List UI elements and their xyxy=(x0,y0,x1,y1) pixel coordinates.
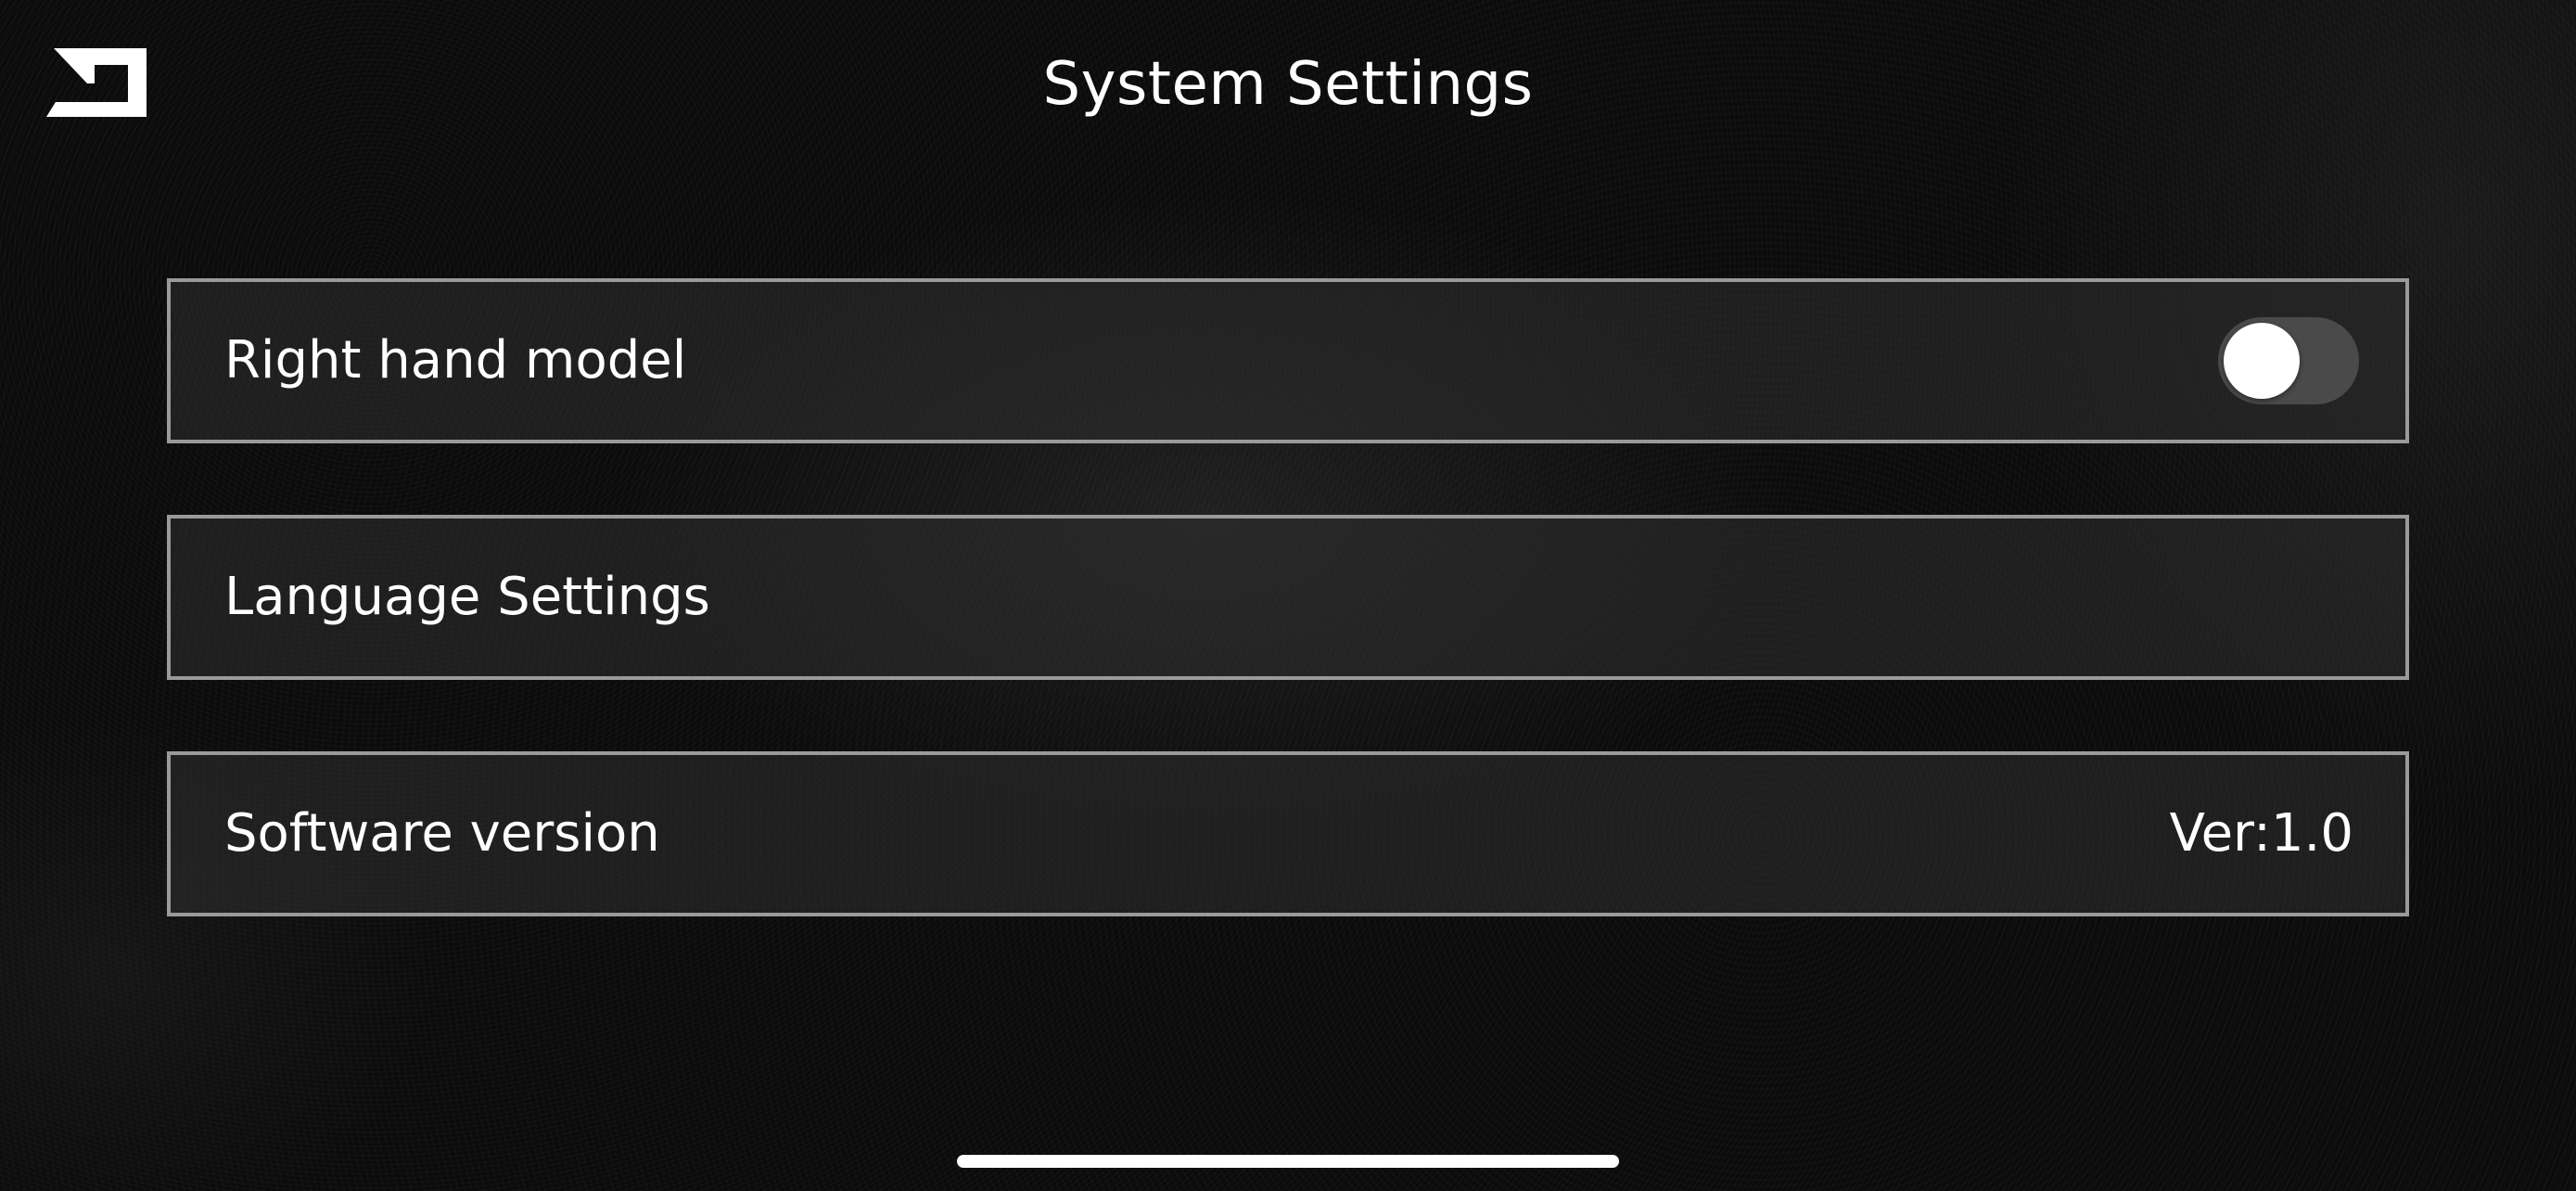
right-hand-model-label: Right hand model xyxy=(224,330,687,391)
language-settings-label: Language Settings xyxy=(224,567,710,627)
software-version-label: Software version xyxy=(224,803,660,864)
settings-row-software-version: Software version Ver:1.0 xyxy=(167,751,2409,916)
software-version-value: Ver:1.0 xyxy=(2169,803,2353,864)
right-hand-model-toggle[interactable] xyxy=(2218,317,2359,404)
home-indicator[interactable] xyxy=(957,1155,1619,1168)
toggle-knob xyxy=(2224,323,2300,399)
settings-list: Right hand model Language Settings Softw… xyxy=(167,278,2409,916)
page-title: System Settings xyxy=(1042,50,1534,119)
settings-row-language[interactable]: Language Settings xyxy=(167,515,2409,680)
settings-row-right-hand-model: Right hand model xyxy=(167,278,2409,443)
